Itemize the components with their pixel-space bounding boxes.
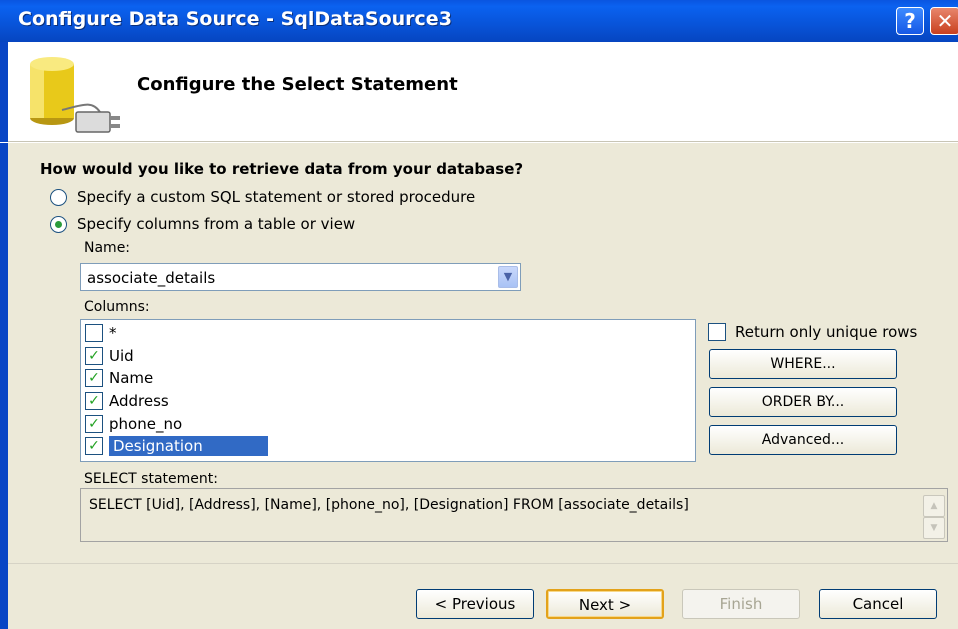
next-button[interactable]: Next >	[546, 589, 664, 619]
close-icon: ✕	[936, 9, 954, 33]
name-label: Name:	[84, 240, 131, 256]
unique-rows-option[interactable]: Return only unique rows	[708, 323, 917, 341]
chevron-down-icon[interactable]: ▼	[498, 266, 518, 288]
list-item-selected[interactable]: ✓ Designation	[85, 435, 268, 457]
help-icon: ?	[904, 9, 916, 33]
list-item[interactable]: ✓ Name	[85, 367, 153, 389]
table-name-value: associate_details	[87, 269, 216, 287]
where-button[interactable]: WHERE...	[709, 349, 897, 379]
title-bar: Configure Data Source - SqlDataSource3 ?…	[0, 0, 958, 42]
column-label: Uid	[109, 347, 134, 365]
radio-button[interactable]	[50, 188, 67, 206]
select-statement-text: SELECT [Uid], [Address], [Name], [phone_…	[89, 497, 689, 513]
column-label: *	[109, 324, 117, 342]
help-button[interactable]: ?	[896, 7, 924, 35]
close-button[interactable]: ✕	[930, 7, 958, 35]
radio-label: Specify columns from a table or view	[77, 215, 356, 233]
list-item[interactable]: *	[85, 322, 117, 344]
scroll-down-icon[interactable]: ▼	[923, 517, 945, 539]
columns-label: Columns:	[84, 299, 150, 315]
database-connector-icon	[30, 57, 120, 133]
select-statement-label: SELECT statement:	[84, 471, 218, 487]
advanced-button[interactable]: Advanced...	[709, 425, 897, 455]
previous-button[interactable]: < Previous	[416, 589, 534, 619]
window-border-left	[0, 42, 8, 142]
select-statement-box[interactable]: SELECT [Uid], [Address], [Name], [phone_…	[80, 488, 948, 542]
footer-divider	[8, 563, 958, 564]
checkbox-checked[interactable]: ✓	[85, 392, 103, 410]
list-item[interactable]: ✓ Uid	[85, 345, 134, 367]
window-border-left-body	[0, 143, 8, 629]
cancel-button[interactable]: Cancel	[819, 589, 937, 619]
order-by-button[interactable]: ORDER BY...	[709, 387, 897, 417]
list-item[interactable]: ✓ Address	[85, 390, 169, 412]
checkbox-checked[interactable]: ✓	[85, 347, 103, 365]
finish-button[interactable]: Finish	[682, 589, 800, 619]
unique-rows-checkbox[interactable]	[708, 323, 726, 341]
checkbox-checked[interactable]: ✓	[85, 369, 103, 387]
wizard-header: Configure the Select Statement	[0, 42, 958, 142]
radio-specify-columns[interactable]: Specify columns from a table or view	[50, 215, 355, 233]
column-label: Designation	[109, 436, 268, 456]
list-item[interactable]: ✓ phone_no	[85, 413, 182, 435]
checkbox[interactable]	[85, 324, 103, 342]
retrieve-question: How would you like to retrieve data from…	[40, 160, 524, 178]
columns-list[interactable]: * ✓ Uid ✓ Name ✓ Address ✓ phone_no ✓ De…	[80, 319, 696, 462]
checkbox-checked[interactable]: ✓	[85, 437, 103, 455]
page-title: Configure the Select Statement	[137, 74, 458, 95]
radio-button-checked[interactable]	[50, 215, 67, 233]
column-label: Name	[109, 369, 154, 387]
radio-label: Specify a custom SQL statement or stored…	[77, 188, 476, 206]
checkbox-checked[interactable]: ✓	[85, 415, 103, 433]
column-label: Address	[109, 392, 169, 410]
wizard-body: How would you like to retrieve data from…	[0, 143, 958, 629]
window-title: Configure Data Source - SqlDataSource3	[18, 8, 452, 30]
table-name-dropdown[interactable]: associate_details ▼	[80, 263, 521, 291]
column-label: phone_no	[109, 415, 183, 433]
unique-rows-label: Return only unique rows	[735, 323, 918, 341]
scroll-up-icon[interactable]: ▲	[923, 495, 945, 517]
radio-custom-sql[interactable]: Specify a custom SQL statement or stored…	[50, 188, 475, 206]
